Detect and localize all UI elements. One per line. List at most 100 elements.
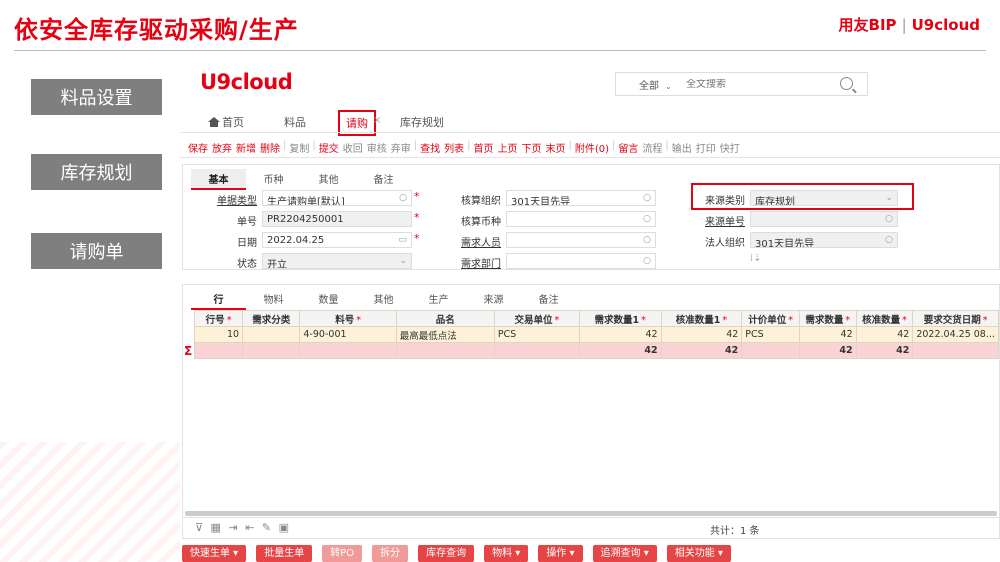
column-header[interactable]: 核准数量1 * — [660, 310, 743, 327]
detail-table: 行号 * 需求分类 料号 * 品名 交易单位 * 需求数量1 * 核准数量1 * 计价单位… — [193, 310, 999, 359]
doc-no-input[interactable]: PR2204250001 — [262, 211, 412, 227]
toolbar-workflow[interactable]: 流程 — [640, 140, 664, 155]
req-person-input[interactable]: ○ — [506, 232, 656, 248]
search-scope-select[interactable]: 全部 ⌄ — [616, 77, 686, 92]
sum-cell — [912, 342, 999, 359]
date-input[interactable]: 2022.04.25 ▭ — [262, 232, 412, 248]
acct-org-input[interactable]: 301天目先导 ○ — [506, 190, 656, 206]
toolbar-last[interactable]: 末页 — [544, 140, 568, 155]
global-search: 全部 ⌄ — [615, 72, 868, 96]
split-button[interactable]: 拆分 — [372, 545, 409, 562]
table-cell[interactable] — [242, 326, 301, 343]
toolbar-next[interactable]: 下页 — [520, 140, 544, 155]
table-cell[interactable]: 最高最低点法 — [395, 326, 495, 343]
grid-tab-production[interactable]: 生产 — [411, 289, 466, 310]
lookup-icon[interactable]: ○ — [885, 235, 893, 245]
toolbar-new[interactable]: 新增 — [234, 140, 258, 155]
horizontal-scrollbar[interactable] — [185, 511, 997, 516]
trace-query-button[interactable]: 追溯查询 ▾ — [592, 545, 657, 562]
table-cell[interactable]: 42 — [798, 326, 857, 343]
lookup-icon[interactable]: ○ — [643, 256, 651, 266]
form-tab-currency[interactable]: 币种 — [246, 169, 301, 190]
table-cell[interactable]: 42 — [578, 326, 662, 343]
tab-bar: 首页 料品 请购 × 库存规划 — [180, 110, 1000, 136]
column-header[interactable]: 品名 — [395, 310, 495, 327]
column-header[interactable]: 料号 * — [299, 310, 397, 327]
column-header[interactable]: 要求交货日期 * — [912, 310, 999, 327]
calendar-icon[interactable]: ▭ — [398, 235, 407, 245]
toolbar-first[interactable]: 首页 — [472, 140, 496, 155]
toolbar-recall[interactable]: 收回 — [341, 140, 365, 155]
toolbar-save[interactable]: 保存 — [186, 140, 210, 155]
search-icon[interactable] — [840, 77, 853, 90]
grid-tab-other[interactable]: 其他 — [356, 289, 411, 310]
toolbar-approve[interactable]: 审核 — [365, 140, 389, 155]
material-menu-button[interactable]: 物料 ▾ — [484, 545, 529, 562]
tab-home[interactable]: 首页 — [208, 114, 244, 130]
column-header[interactable]: 需求分类 — [242, 310, 301, 327]
required-mark: * — [414, 190, 420, 203]
source-no-input[interactable]: ○ — [750, 211, 898, 227]
lookup-icon[interactable]: ○ — [643, 193, 651, 203]
toolbar-find[interactable]: 查找 — [418, 140, 442, 155]
toolbar-message[interactable]: 留言 — [616, 140, 640, 155]
search-input[interactable] — [686, 78, 826, 90]
toolbar-quick-print[interactable]: 快打 — [718, 140, 742, 155]
status-label: 状态 — [237, 259, 257, 270]
toolbar-copy[interactable]: 复制 — [287, 140, 311, 155]
table-cell[interactable]: 10 — [193, 326, 244, 343]
highlight-source-type — [691, 183, 914, 210]
grid-tab-line[interactable]: 行 — [191, 289, 246, 310]
lookup-icon[interactable]: ○ — [885, 214, 893, 224]
table-cell[interactable]: PCS — [741, 326, 800, 343]
toolbar-list[interactable]: 列表 — [442, 140, 466, 155]
batch-generate-button[interactable]: 批量生单 — [256, 545, 313, 562]
table-cell[interactable]: 42 — [660, 326, 743, 343]
form-tab-basic[interactable]: 基本 — [191, 169, 246, 190]
inventory-query-button[interactable]: 库存查询 — [418, 545, 475, 562]
table-cell[interactable]: PCS — [493, 326, 580, 343]
related-functions-button[interactable]: 相关功能 ▾ — [666, 545, 731, 562]
column-header[interactable]: 需求数量1 * — [578, 310, 662, 327]
to-po-button[interactable]: 转PO — [322, 545, 363, 562]
toolbar-discard[interactable]: 放弃 — [210, 140, 234, 155]
toolbar-export[interactable]: 输出 — [670, 140, 694, 155]
column-header[interactable]: 需求数量 * — [798, 310, 857, 327]
toolbar-unapprove[interactable]: 弃审 — [389, 140, 413, 155]
tab-close-icon[interactable]: × — [373, 115, 381, 126]
form-tab-remark[interactable]: 备注 — [356, 169, 411, 190]
column-header[interactable]: 核准数量 * — [855, 310, 914, 327]
toolbar-print[interactable]: 打印 — [694, 140, 718, 155]
acct-currency-input[interactable]: ○ — [506, 211, 656, 227]
lookup-icon[interactable]: ○ — [399, 193, 407, 203]
grid-tool-icons[interactable]: ⊽ ▦ ⇥ ⇤ ✎ ▣ — [195, 521, 291, 534]
table-cell[interactable]: 4-90-001 — [299, 326, 397, 343]
legal-org-input[interactable]: 301天目先导 ○ — [750, 232, 898, 248]
doc-type-input[interactable]: 生产请购单[默认] ○ — [262, 190, 412, 206]
operation-menu-button[interactable]: 操作 ▾ — [538, 545, 583, 562]
table-row[interactable]: 10 4-90-001 最高最低点法 PCS 42 42 PCS 42 42 2… — [193, 326, 999, 343]
toolbar-attachment[interactable]: 附件(0) — [573, 140, 611, 155]
table-cell[interactable]: 2022.04.25 08... — [912, 326, 999, 343]
form-tab-other[interactable]: 其他 — [301, 169, 356, 190]
lookup-icon[interactable]: ○ — [643, 235, 651, 245]
attachment-small-icon[interactable]: ⁞⇣ — [750, 253, 762, 264]
tab-inventory-plan[interactable]: 库存规划 — [400, 114, 444, 130]
column-header[interactable]: 行号 * — [193, 310, 244, 327]
column-header[interactable]: 交易单位 * — [493, 310, 580, 327]
toolbar-delete[interactable]: 删除 — [258, 140, 282, 155]
tab-item[interactable]: 料品 — [284, 114, 306, 130]
chevron-down-icon: ⌄ — [665, 81, 672, 91]
table-cell[interactable]: 42 — [855, 326, 914, 343]
lookup-icon[interactable]: ○ — [643, 214, 651, 224]
grid-tab-remark[interactable]: 备注 — [521, 289, 576, 310]
toolbar-prev[interactable]: 上页 — [496, 140, 520, 155]
req-dept-input[interactable]: ○ — [506, 253, 656, 269]
grid-tab-source[interactable]: 来源 — [466, 289, 521, 310]
quick-generate-button[interactable]: 快速生单 ▾ — [182, 545, 247, 562]
column-header[interactable]: 计价单位 * — [741, 310, 800, 327]
grid-tab-material[interactable]: 物料 — [246, 289, 301, 310]
toolbar-submit[interactable]: 提交 — [317, 140, 341, 155]
status-select[interactable]: 开立 ⌄ — [262, 253, 412, 269]
grid-tab-quantity[interactable]: 数量 — [301, 289, 356, 310]
